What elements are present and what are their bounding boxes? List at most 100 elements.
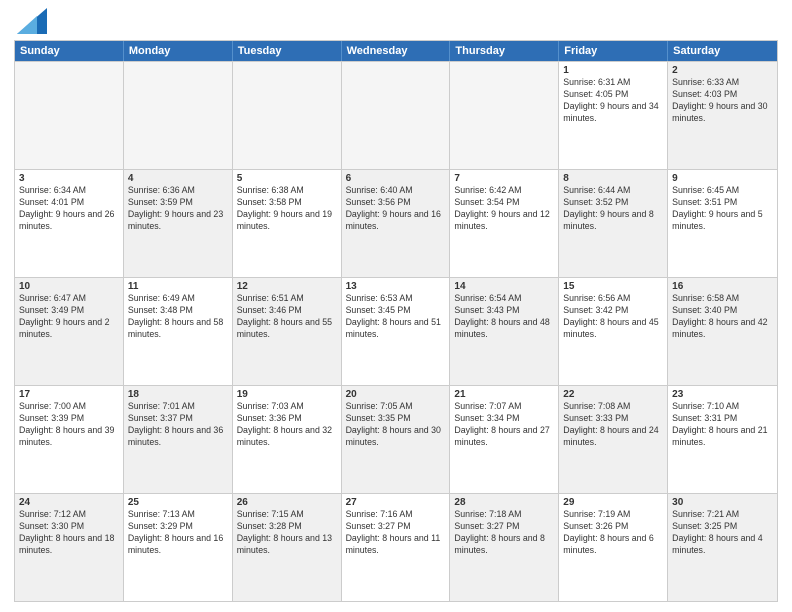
calendar-cell: 7Sunrise: 6:42 AM Sunset: 3:54 PM Daylig… (450, 170, 559, 277)
day-number: 8 (563, 173, 663, 184)
day-number: 20 (346, 389, 446, 400)
calendar-cell: 19Sunrise: 7:03 AM Sunset: 3:36 PM Dayli… (233, 386, 342, 493)
calendar-cell: 12Sunrise: 6:51 AM Sunset: 3:46 PM Dayli… (233, 278, 342, 385)
day-info: Sunrise: 7:21 AM Sunset: 3:25 PM Dayligh… (672, 509, 773, 557)
calendar-row-1: 1Sunrise: 6:31 AM Sunset: 4:05 PM Daylig… (15, 61, 777, 169)
calendar-cell: 14Sunrise: 6:54 AM Sunset: 3:43 PM Dayli… (450, 278, 559, 385)
day-info: Sunrise: 7:12 AM Sunset: 3:30 PM Dayligh… (19, 509, 119, 557)
day-info: Sunrise: 7:15 AM Sunset: 3:28 PM Dayligh… (237, 509, 337, 557)
calendar-cell: 25Sunrise: 7:13 AM Sunset: 3:29 PM Dayli… (124, 494, 233, 601)
day-number: 5 (237, 173, 337, 184)
calendar-cell: 13Sunrise: 6:53 AM Sunset: 3:45 PM Dayli… (342, 278, 451, 385)
day-info: Sunrise: 6:34 AM Sunset: 4:01 PM Dayligh… (19, 185, 119, 233)
day-number: 21 (454, 389, 554, 400)
day-info: Sunrise: 7:10 AM Sunset: 3:31 PM Dayligh… (672, 401, 773, 449)
day-info: Sunrise: 7:01 AM Sunset: 3:37 PM Dayligh… (128, 401, 228, 449)
calendar-cell: 21Sunrise: 7:07 AM Sunset: 3:34 PM Dayli… (450, 386, 559, 493)
calendar-cell: 3Sunrise: 6:34 AM Sunset: 4:01 PM Daylig… (15, 170, 124, 277)
header-day-thursday: Thursday (450, 41, 559, 61)
day-info: Sunrise: 7:03 AM Sunset: 3:36 PM Dayligh… (237, 401, 337, 449)
day-number: 9 (672, 173, 773, 184)
day-info: Sunrise: 7:07 AM Sunset: 3:34 PM Dayligh… (454, 401, 554, 449)
day-number: 30 (672, 497, 773, 508)
header-day-monday: Monday (124, 41, 233, 61)
calendar-cell: 2Sunrise: 6:33 AM Sunset: 4:03 PM Daylig… (668, 62, 777, 169)
calendar-cell: 18Sunrise: 7:01 AM Sunset: 3:37 PM Dayli… (124, 386, 233, 493)
day-info: Sunrise: 7:13 AM Sunset: 3:29 PM Dayligh… (128, 509, 228, 557)
calendar-cell: 29Sunrise: 7:19 AM Sunset: 3:26 PM Dayli… (559, 494, 668, 601)
calendar-cell: 20Sunrise: 7:05 AM Sunset: 3:35 PM Dayli… (342, 386, 451, 493)
calendar-cell: 22Sunrise: 7:08 AM Sunset: 3:33 PM Dayli… (559, 386, 668, 493)
header-day-tuesday: Tuesday (233, 41, 342, 61)
calendar-cell (233, 62, 342, 169)
day-number: 7 (454, 173, 554, 184)
calendar-cell: 17Sunrise: 7:00 AM Sunset: 3:39 PM Dayli… (15, 386, 124, 493)
calendar-cell (342, 62, 451, 169)
logo-icon (17, 8, 47, 34)
day-number: 2 (672, 65, 773, 76)
day-number: 27 (346, 497, 446, 508)
day-number: 3 (19, 173, 119, 184)
day-number: 12 (237, 281, 337, 292)
header-day-friday: Friday (559, 41, 668, 61)
day-info: Sunrise: 6:38 AM Sunset: 3:58 PM Dayligh… (237, 185, 337, 233)
day-info: Sunrise: 6:56 AM Sunset: 3:42 PM Dayligh… (563, 293, 663, 341)
page: SundayMondayTuesdayWednesdayThursdayFrid… (0, 0, 792, 612)
calendar-cell: 23Sunrise: 7:10 AM Sunset: 3:31 PM Dayli… (668, 386, 777, 493)
day-info: Sunrise: 7:00 AM Sunset: 3:39 PM Dayligh… (19, 401, 119, 449)
day-info: Sunrise: 6:51 AM Sunset: 3:46 PM Dayligh… (237, 293, 337, 341)
day-number: 17 (19, 389, 119, 400)
day-number: 11 (128, 281, 228, 292)
day-info: Sunrise: 7:18 AM Sunset: 3:27 PM Dayligh… (454, 509, 554, 557)
calendar-cell (124, 62, 233, 169)
header-day-wednesday: Wednesday (342, 41, 451, 61)
day-info: Sunrise: 7:05 AM Sunset: 3:35 PM Dayligh… (346, 401, 446, 449)
day-number: 10 (19, 281, 119, 292)
calendar-cell: 26Sunrise: 7:15 AM Sunset: 3:28 PM Dayli… (233, 494, 342, 601)
day-number: 1 (563, 65, 663, 76)
calendar-cell: 10Sunrise: 6:47 AM Sunset: 3:49 PM Dayli… (15, 278, 124, 385)
day-info: Sunrise: 7:16 AM Sunset: 3:27 PM Dayligh… (346, 509, 446, 557)
calendar-cell: 9Sunrise: 6:45 AM Sunset: 3:51 PM Daylig… (668, 170, 777, 277)
calendar-row-5: 24Sunrise: 7:12 AM Sunset: 3:30 PM Dayli… (15, 493, 777, 601)
calendar-cell: 27Sunrise: 7:16 AM Sunset: 3:27 PM Dayli… (342, 494, 451, 601)
day-number: 18 (128, 389, 228, 400)
day-number: 23 (672, 389, 773, 400)
calendar-header: SundayMondayTuesdayWednesdayThursdayFrid… (15, 41, 777, 61)
calendar-cell: 1Sunrise: 6:31 AM Sunset: 4:05 PM Daylig… (559, 62, 668, 169)
calendar-body: 1Sunrise: 6:31 AM Sunset: 4:05 PM Daylig… (15, 61, 777, 601)
logo (14, 14, 47, 34)
day-info: Sunrise: 6:33 AM Sunset: 4:03 PM Dayligh… (672, 77, 773, 125)
calendar-cell: 8Sunrise: 6:44 AM Sunset: 3:52 PM Daylig… (559, 170, 668, 277)
calendar-row-2: 3Sunrise: 6:34 AM Sunset: 4:01 PM Daylig… (15, 169, 777, 277)
day-info: Sunrise: 6:49 AM Sunset: 3:48 PM Dayligh… (128, 293, 228, 341)
day-info: Sunrise: 6:58 AM Sunset: 3:40 PM Dayligh… (672, 293, 773, 341)
day-number: 25 (128, 497, 228, 508)
calendar-cell: 15Sunrise: 6:56 AM Sunset: 3:42 PM Dayli… (559, 278, 668, 385)
day-number: 19 (237, 389, 337, 400)
day-number: 14 (454, 281, 554, 292)
day-number: 6 (346, 173, 446, 184)
day-info: Sunrise: 6:44 AM Sunset: 3:52 PM Dayligh… (563, 185, 663, 233)
calendar-cell: 11Sunrise: 6:49 AM Sunset: 3:48 PM Dayli… (124, 278, 233, 385)
day-number: 29 (563, 497, 663, 508)
calendar-cell: 4Sunrise: 6:36 AM Sunset: 3:59 PM Daylig… (124, 170, 233, 277)
day-number: 15 (563, 281, 663, 292)
calendar-cell: 30Sunrise: 7:21 AM Sunset: 3:25 PM Dayli… (668, 494, 777, 601)
day-info: Sunrise: 6:54 AM Sunset: 3:43 PM Dayligh… (454, 293, 554, 341)
day-number: 28 (454, 497, 554, 508)
calendar-row-4: 17Sunrise: 7:00 AM Sunset: 3:39 PM Dayli… (15, 385, 777, 493)
day-number: 4 (128, 173, 228, 184)
day-info: Sunrise: 6:45 AM Sunset: 3:51 PM Dayligh… (672, 185, 773, 233)
day-number: 13 (346, 281, 446, 292)
calendar-cell (15, 62, 124, 169)
header-day-saturday: Saturday (668, 41, 777, 61)
header (14, 10, 778, 34)
day-info: Sunrise: 6:31 AM Sunset: 4:05 PM Dayligh… (563, 77, 663, 125)
calendar-row-3: 10Sunrise: 6:47 AM Sunset: 3:49 PM Dayli… (15, 277, 777, 385)
calendar-cell: 16Sunrise: 6:58 AM Sunset: 3:40 PM Dayli… (668, 278, 777, 385)
day-info: Sunrise: 6:36 AM Sunset: 3:59 PM Dayligh… (128, 185, 228, 233)
calendar-cell: 28Sunrise: 7:18 AM Sunset: 3:27 PM Dayli… (450, 494, 559, 601)
day-info: Sunrise: 6:47 AM Sunset: 3:49 PM Dayligh… (19, 293, 119, 341)
calendar-cell: 24Sunrise: 7:12 AM Sunset: 3:30 PM Dayli… (15, 494, 124, 601)
